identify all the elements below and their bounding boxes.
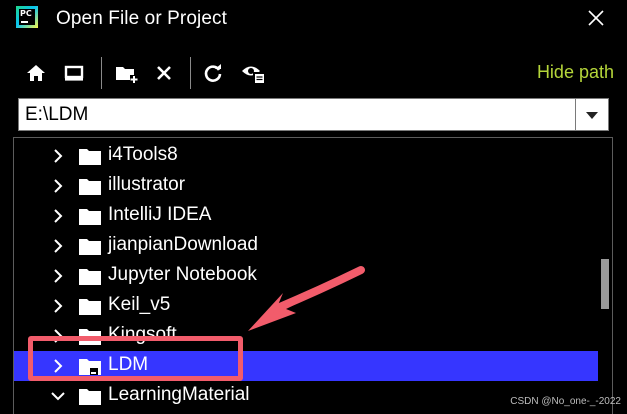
delete-icon — [157, 66, 171, 80]
chevron-down-icon — [586, 111, 598, 119]
tree-item[interactable]: IntelliJ IDEA — [14, 201, 598, 231]
path-dropdown-button[interactable] — [575, 99, 608, 130]
delete-button[interactable] — [151, 61, 177, 85]
tree-item[interactable]: Keil_v5 — [14, 291, 598, 321]
show-hidden-button[interactable] — [240, 61, 266, 85]
folder-icon — [79, 299, 101, 315]
chevron-right-icon[interactable] — [50, 268, 66, 284]
toolbar-separator — [101, 57, 102, 89]
tree-item-label: jianpianDownload — [108, 234, 258, 255]
path-combo-box — [18, 98, 609, 131]
logo-text: PC — [20, 9, 32, 18]
title-bar: PC Open File or Project — [0, 0, 627, 40]
tree-item-label: Jupyter Notebook — [108, 264, 257, 285]
new-folder-icon — [116, 67, 138, 83]
highlight-box — [28, 336, 243, 381]
tree-item[interactable]: jianpianDownload — [14, 231, 598, 261]
desktop-button[interactable] — [61, 61, 87, 85]
chevron-right-icon[interactable] — [50, 148, 66, 164]
home-button[interactable] — [23, 61, 49, 85]
close-icon — [588, 10, 604, 26]
chevron-right-icon[interactable] — [50, 208, 66, 224]
pycharm-logo-icon: PC — [16, 6, 38, 28]
folder-icon — [79, 239, 101, 255]
path-input[interactable] — [19, 99, 575, 130]
dialog-title: Open File or Project — [56, 8, 227, 29]
tree-item[interactable]: illustrator — [14, 171, 598, 201]
open-file-dialog: PC Open File or Project Hide path E:\LDM… — [0, 0, 627, 414]
hide-path-link[interactable]: Hide path — [537, 62, 614, 83]
home-icon — [27, 65, 45, 81]
folder-icon — [79, 389, 101, 405]
close-button[interactable] — [584, 6, 608, 30]
folder-icon — [79, 149, 101, 165]
watermark: CSDN @No_one-_-2022 — [510, 396, 621, 407]
new-folder-button[interactable] — [113, 61, 139, 85]
desktop-icon — [64, 65, 84, 81]
chevron-right-icon[interactable] — [50, 238, 66, 254]
tree-item-label: LearningMaterial — [108, 384, 250, 405]
folder-icon — [79, 269, 101, 285]
tree-item[interactable]: i4Tools8 — [14, 141, 598, 171]
refresh-button[interactable] — [200, 61, 226, 85]
chevron-right-icon[interactable] — [50, 178, 66, 194]
chevron-right-icon[interactable] — [50, 298, 66, 314]
chevron-down-icon[interactable] — [50, 388, 66, 404]
refresh-icon — [204, 64, 222, 82]
tree-item-label: Keil_v5 — [108, 294, 171, 315]
folder-icon — [79, 209, 101, 225]
toolbar: Hide path — [0, 55, 627, 91]
show-hidden-icon — [242, 66, 265, 84]
toolbar-separator — [190, 57, 191, 89]
folder-icon — [79, 179, 101, 195]
tree-item[interactable]: Jupyter Notebook — [14, 261, 598, 291]
tree-item-label: IntelliJ IDEA — [108, 204, 212, 225]
scrollbar-thumb[interactable] — [601, 259, 609, 309]
tree-item-label: i4Tools8 — [108, 144, 178, 165]
tree-item-label: illustrator — [108, 174, 186, 195]
